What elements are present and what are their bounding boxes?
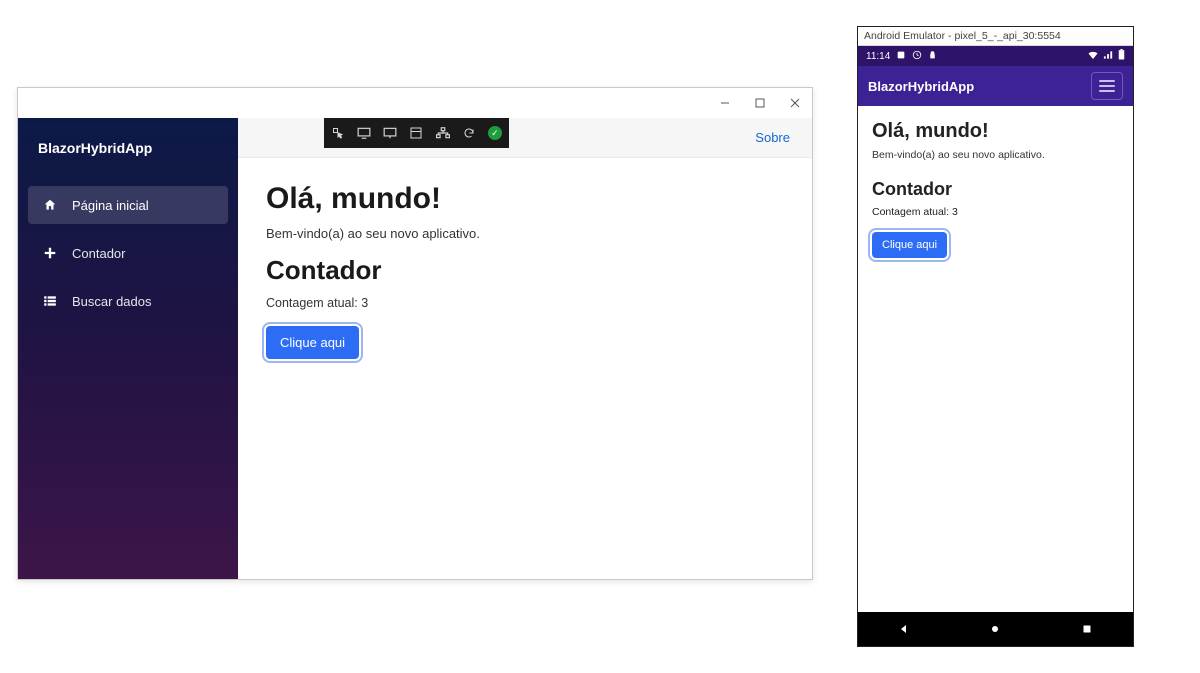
counter-value: 3 xyxy=(361,296,368,310)
battery-icon xyxy=(1118,49,1125,63)
sidebar: BlazorHybridApp Página inicial Contador xyxy=(18,118,238,579)
android-back-button[interactable] xyxy=(897,623,911,635)
plus-icon xyxy=(42,246,58,260)
close-button[interactable] xyxy=(777,89,812,117)
mobile-counter-label: Contagem atual: xyxy=(872,206,952,218)
sidebar-item-home[interactable]: Página inicial xyxy=(28,186,228,224)
sidebar-item-counter[interactable]: Contador xyxy=(28,234,228,272)
sidebar-item-fetch-data[interactable]: Buscar dados xyxy=(28,282,228,320)
mobile-welcome-text: Bem-vindo(a) ao seu novo aplicativo. xyxy=(872,149,1119,161)
android-nav-bar xyxy=(858,612,1133,646)
hamburger-menu-button[interactable] xyxy=(1091,72,1123,100)
mobile-page-content: Olá, mundo! Bem-vindo(a) ao seu novo apl… xyxy=(858,106,1133,612)
status-ok-icon: ✓ xyxy=(487,125,503,141)
hot-reload-icon[interactable] xyxy=(461,125,477,141)
hello-heading: Olá, mundo! xyxy=(266,182,784,216)
mobile-counter-value: 3 xyxy=(952,206,958,218)
mobile-hello-heading: Olá, mundo! xyxy=(872,120,1119,143)
sidebar-item-label: Página inicial xyxy=(72,198,149,213)
android-emulator-window: Android Emulator - pixel_5_-_api_30:5554… xyxy=(857,26,1134,647)
vs-debug-toolbar[interactable]: ✓ xyxy=(324,118,509,148)
mobile-app-brand: BlazorHybridApp xyxy=(868,79,974,94)
sidebar-item-label: Contador xyxy=(72,246,125,261)
counter-label: Contagem atual: xyxy=(266,296,361,310)
click-me-button[interactable]: Clique aqui xyxy=(266,326,359,359)
mobile-counter-current: Contagem atual: 3 xyxy=(872,206,1119,218)
list-icon xyxy=(42,294,58,308)
android-home-button[interactable] xyxy=(988,623,1002,635)
android-status-bar: 11:14 xyxy=(858,46,1133,66)
desktop-window: BlazorHybridApp Página inicial Contador xyxy=(17,87,813,580)
minimize-button[interactable] xyxy=(707,89,742,117)
mobile-click-me-button[interactable]: Clique aqui xyxy=(872,232,947,258)
status-time: 11:14 xyxy=(866,51,890,62)
wifi-icon xyxy=(1087,50,1099,63)
app-brand: BlazorHybridApp xyxy=(18,118,238,178)
signal-icon xyxy=(1103,50,1114,63)
layout-icon[interactable] xyxy=(408,125,424,141)
select-element-icon[interactable] xyxy=(330,125,346,141)
about-link[interactable]: Sobre xyxy=(755,130,790,145)
counter-heading: Contador xyxy=(266,255,784,286)
screen-icon[interactable] xyxy=(356,125,372,141)
top-row: ✓ Sobre xyxy=(238,118,812,158)
mobile-app-bar: BlazorHybridApp xyxy=(858,66,1133,106)
home-icon xyxy=(42,198,58,212)
debug-icon xyxy=(896,50,906,63)
maximize-button[interactable] xyxy=(742,89,777,117)
counter-current: Contagem atual: 3 xyxy=(266,296,784,310)
tree-icon[interactable] xyxy=(435,125,451,141)
emulator-caption: Android Emulator - pixel_5_-_api_30:5554 xyxy=(858,27,1133,46)
android-recents-button[interactable] xyxy=(1080,623,1094,635)
display-icon[interactable] xyxy=(382,125,398,141)
notification-icon xyxy=(912,50,922,63)
main-area: ✓ Sobre Olá, mundo! Bem-vindo(a) ao seu … xyxy=(238,118,812,579)
window-titlebar xyxy=(18,88,812,118)
mobile-counter-heading: Contador xyxy=(872,179,1119,200)
sidebar-item-label: Buscar dados xyxy=(72,294,152,309)
page-content: Olá, mundo! Bem-vindo(a) ao seu novo apl… xyxy=(238,158,812,383)
welcome-text: Bem-vindo(a) ao seu novo aplicativo. xyxy=(266,226,784,241)
lock-icon xyxy=(928,50,937,63)
